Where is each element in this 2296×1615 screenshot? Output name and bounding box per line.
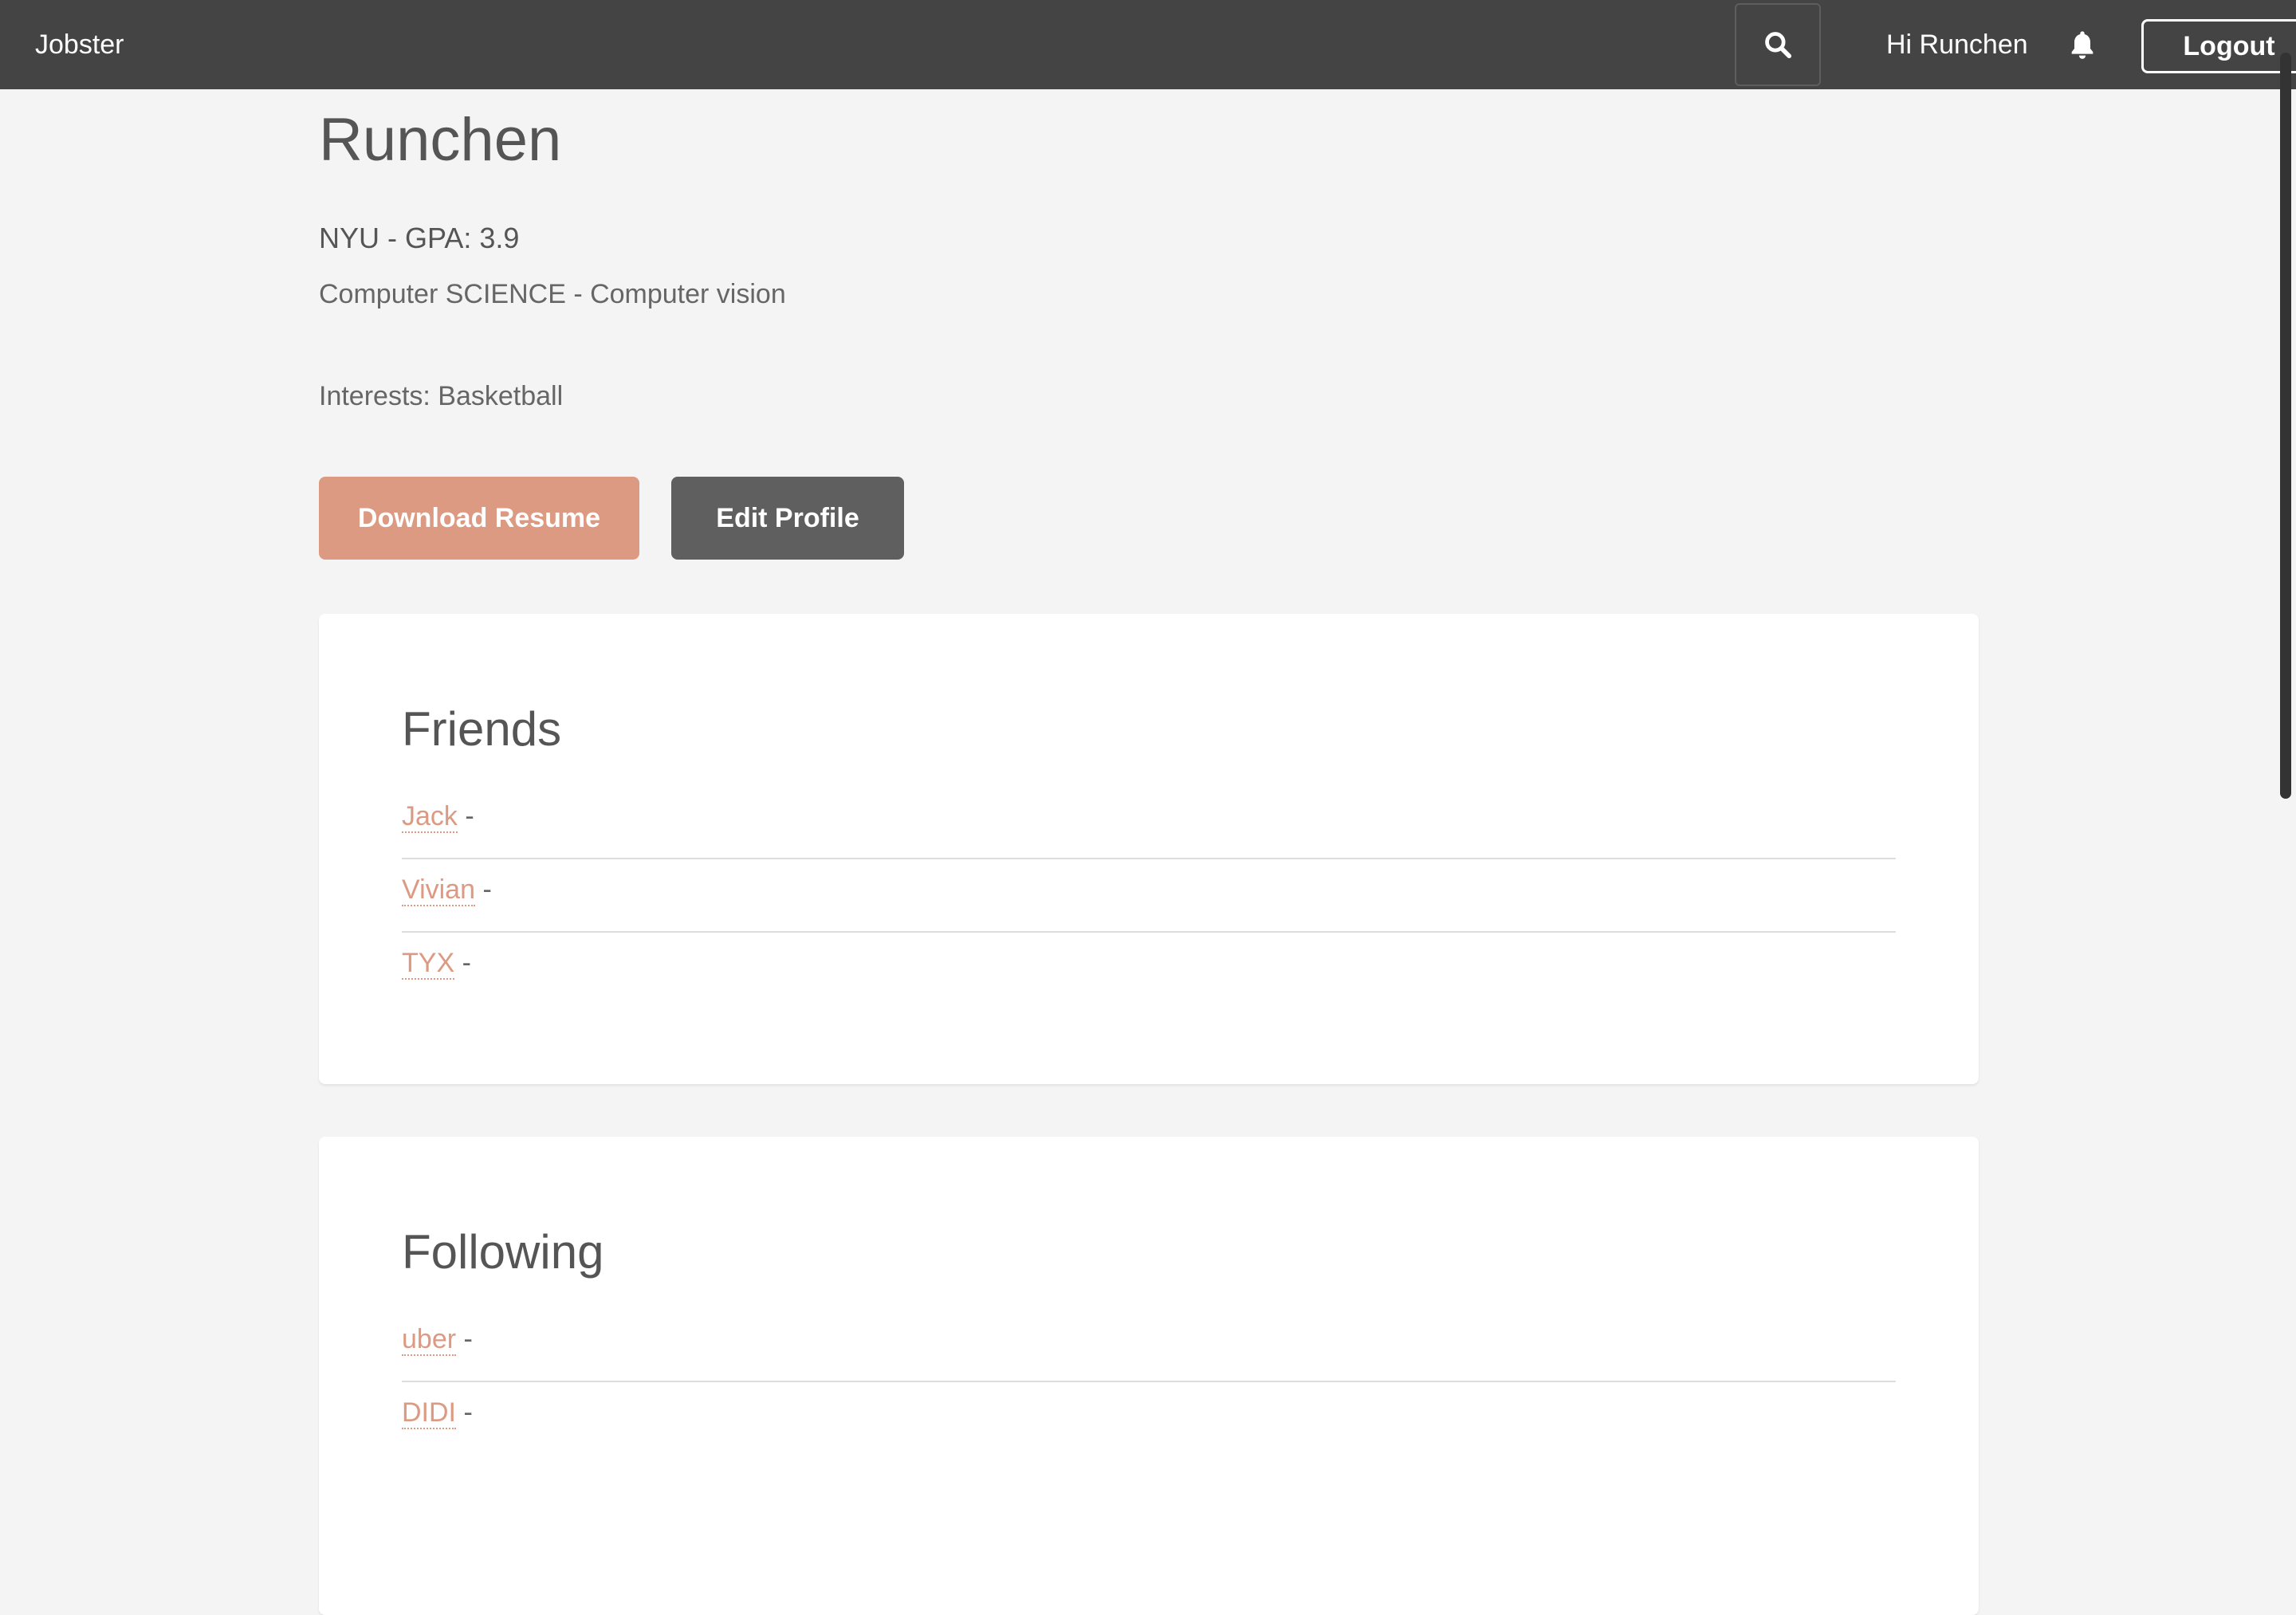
friend-link-jack[interactable]: Jack (402, 801, 458, 833)
list-item: Jack - (402, 786, 1896, 859)
friends-title: Friends (402, 702, 562, 756)
friend-link-vivian[interactable]: Vivian (402, 874, 475, 906)
item-separator: - (457, 801, 474, 831)
search-button[interactable] (1735, 3, 1821, 86)
download-resume-button[interactable]: Download Resume (319, 477, 639, 560)
list-item: DIDI - (402, 1382, 1896, 1456)
friends-list: Jack - Vivian - TYX - (402, 786, 1896, 1006)
edit-profile-button[interactable]: Edit Profile (671, 477, 904, 560)
list-item: uber - (402, 1309, 1896, 1382)
item-separator: - (475, 874, 492, 905)
logout-button[interactable]: Logout (2141, 19, 2296, 73)
bell-icon[interactable] (2066, 29, 2098, 61)
top-navbar: Jobster Hi Runchen Logout (0, 0, 2296, 89)
following-card: Following uber - DIDI - (319, 1137, 1979, 1615)
profile-name: Runchen (319, 106, 562, 174)
search-icon (1765, 32, 1792, 59)
user-greeting: Hi Runchen (1886, 29, 2028, 60)
following-title: Following (402, 1225, 604, 1279)
following-link-didi[interactable]: DIDI (402, 1397, 456, 1429)
item-separator: - (456, 1397, 473, 1428)
friend-link-tyx[interactable]: TYX (402, 948, 455, 980)
brand-link[interactable]: Jobster (35, 0, 124, 89)
following-list: uber - DIDI - (402, 1309, 1896, 1456)
item-separator: - (454, 948, 471, 978)
interests-text: Interests: Basketball (319, 381, 564, 411)
following-link-uber[interactable]: uber (402, 1324, 457, 1356)
item-separator: - (456, 1324, 473, 1354)
list-item: TYX - (402, 933, 1896, 1006)
school-gpa: NYU - GPA: 3.9 (319, 222, 520, 254)
list-item: Vivian - (402, 859, 1896, 933)
page-scrollbar[interactable] (2280, 53, 2291, 799)
major-field: Computer SCIENCE - Computer vision (319, 279, 786, 309)
friends-card: Friends Jack - Vivian - TYX - (319, 614, 1979, 1084)
